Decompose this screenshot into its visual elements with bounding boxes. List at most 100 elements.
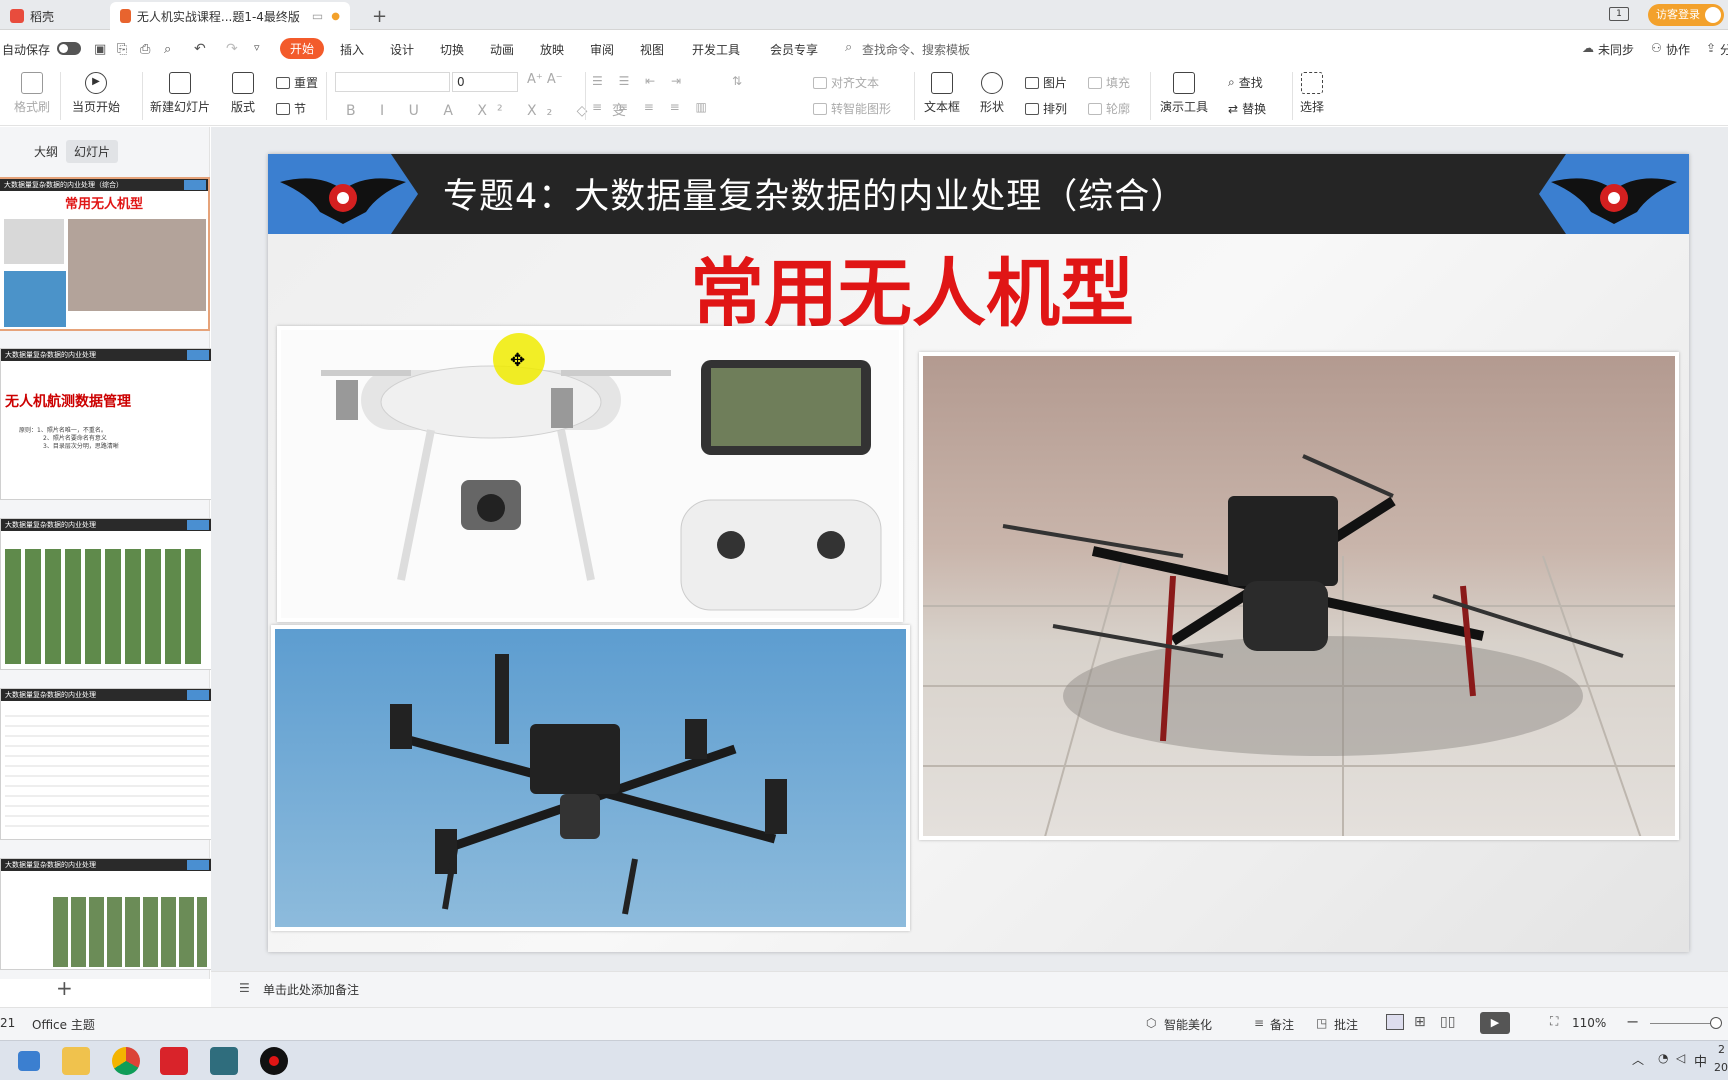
- format-painter-button[interactable]: 格式刷: [14, 72, 50, 115]
- photo-m300-drone[interactable]: [271, 625, 910, 931]
- sorter-view-icon[interactable]: ⊞: [1414, 1014, 1426, 1030]
- notes-bar[interactable]: ☰ 单击此处添加备注: [211, 971, 1728, 1007]
- ime-indicator[interactable]: 中: [1694, 1051, 1707, 1070]
- photo-feima-drone[interactable]: [919, 352, 1679, 840]
- tab-outline[interactable]: 大纲: [26, 140, 66, 163]
- thumb-header-text: 大数据量复杂数据的内业处理: [5, 691, 96, 699]
- chrome-icon[interactable]: [112, 1047, 140, 1075]
- tab-view[interactable]: 视图: [640, 41, 664, 58]
- reading-view-icon[interactable]: ▯▯: [1440, 1014, 1455, 1030]
- phantom-drone-illustration: [321, 360, 882, 611]
- screen-recorder-icon[interactable]: [260, 1047, 288, 1075]
- textbox-button[interactable]: 文本框: [924, 72, 960, 115]
- slide-logo-left: [268, 154, 418, 234]
- tab-slides[interactable]: 幻灯片: [66, 140, 119, 163]
- beautify-button[interactable]: 智能美化: [1164, 1016, 1212, 1033]
- slide-thumbnail-3[interactable]: 大数据量复杂数据的内业处理: [0, 518, 212, 670]
- text-direction-icon[interactable]: ⇅: [732, 74, 742, 88]
- save-icon[interactable]: ▣: [94, 42, 106, 57]
- autosave-toggle[interactable]: [57, 42, 81, 55]
- divider: [914, 72, 915, 120]
- comment-button[interactable]: 批注: [1334, 1016, 1358, 1033]
- replace-button[interactable]: ⇄ 替换: [1228, 100, 1266, 117]
- new-slide-button[interactable]: 新建幻灯片: [150, 72, 210, 115]
- new-tab-button[interactable]: +: [362, 2, 397, 30]
- feima-drone-illustration: [923, 454, 1675, 836]
- reset-button[interactable]: 重置: [276, 74, 318, 91]
- clock-time[interactable]: 2: [1718, 1043, 1725, 1056]
- tab-member[interactable]: 会员专享: [770, 41, 818, 58]
- window-count-icon[interactable]: 1: [1609, 7, 1629, 21]
- zoom-level[interactable]: 110%: [1572, 1016, 1606, 1030]
- tab-monitor-icon[interactable]: ▭: [312, 9, 323, 23]
- zoom-slider-handle[interactable]: [1710, 1017, 1722, 1029]
- picture-button[interactable]: 图片: [1025, 74, 1067, 91]
- paragraph-align-buttons[interactable]: ≡ ≡ ≡ ≡ ▥: [592, 100, 713, 114]
- thumb-logo: [184, 180, 206, 190]
- list-indent-buttons[interactable]: ☰ ☰ ⇤ ⇥: [592, 74, 687, 88]
- wps-icon[interactable]: [160, 1047, 188, 1075]
- collab-button[interactable]: 协作: [1666, 41, 1690, 58]
- select-button[interactable]: 选择: [1300, 72, 1324, 115]
- slide-thumbnail-5[interactable]: 大数据量复杂数据的内业处理: [0, 858, 212, 970]
- fill-button[interactable]: 填充: [1088, 74, 1130, 91]
- slide-thumbnail-1[interactable]: 大数据量复杂数据的内业处理（综合） 常用无人机型: [0, 177, 210, 331]
- tab-developer[interactable]: 开发工具: [692, 41, 740, 58]
- arrange-button[interactable]: 排列: [1025, 100, 1067, 117]
- tab-document[interactable]: 无人机实战课程...题1-4最终版 ▭ ●: [110, 2, 350, 30]
- tray-chevron-icon[interactable]: ︿: [1632, 1051, 1644, 1068]
- tab-slideshow[interactable]: 放映: [540, 41, 564, 58]
- tab-animation[interactable]: 动画: [490, 41, 514, 58]
- share-button[interactable]: 分: [1720, 41, 1728, 58]
- notes-toggle-button[interactable]: 备注: [1270, 1016, 1294, 1033]
- arrange-icon: [1025, 102, 1039, 115]
- app-icon[interactable]: [210, 1047, 238, 1075]
- command-search-input[interactable]: 查找命令、搜索模板: [862, 41, 970, 58]
- clock-date[interactable]: 202: [1714, 1061, 1728, 1074]
- normal-view-icon[interactable]: [1386, 1014, 1404, 1030]
- section-button[interactable]: 节: [276, 100, 306, 117]
- ppt-doc-icon: [120, 9, 131, 23]
- print-preview-icon[interactable]: ⌕: [164, 42, 171, 57]
- slide-thumbnail-4[interactable]: 大数据量复杂数据的内业处理: [0, 688, 212, 840]
- find-button[interactable]: ⌕ 查找: [1228, 74, 1263, 91]
- tab-daoke[interactable]: 稻壳: [0, 2, 108, 30]
- outline-button[interactable]: 轮廓: [1088, 100, 1130, 117]
- shape-button[interactable]: 形状: [980, 72, 1004, 115]
- smartart-button[interactable]: 转智能图形: [813, 100, 891, 117]
- play-slideshow-button[interactable]: ▶: [1480, 1012, 1510, 1034]
- photo-phantom-drone[interactable]: [277, 326, 903, 622]
- volume-icon[interactable]: ◁: [1676, 1051, 1685, 1065]
- guest-login-button[interactable]: 访客登录: [1648, 4, 1724, 26]
- file-explorer-icon[interactable]: [62, 1047, 90, 1075]
- grow-font-icon[interactable]: A⁺ A⁻: [527, 72, 563, 87]
- export-icon[interactable]: ⎘: [117, 42, 127, 57]
- theme-name[interactable]: Office 主题: [32, 1016, 95, 1033]
- slide-thumbnail-2[interactable]: 大数据量复杂数据的内业处理 无人机航测数据管理 原则：1、照片名唯一，不重名。 …: [0, 348, 212, 500]
- presenter-tools-button[interactable]: 演示工具: [1160, 72, 1208, 115]
- layout-label: 版式: [231, 100, 256, 114]
- layout-button[interactable]: 版式: [231, 72, 255, 115]
- tab-transition[interactable]: 切换: [440, 41, 464, 58]
- font-size-select[interactable]: 0: [452, 72, 518, 92]
- redo-icon[interactable]: ↷: [226, 41, 238, 57]
- tab-home[interactable]: 开始: [280, 38, 325, 59]
- textbox-label: 文本框: [924, 100, 961, 114]
- tab-design[interactable]: 设计: [390, 41, 414, 58]
- sync-status[interactable]: 未同步: [1598, 41, 1634, 58]
- play-from-current-button[interactable]: ▶ 当页开始: [72, 72, 120, 115]
- windows-start-icon[interactable]: [18, 1051, 40, 1071]
- font-family-select[interactable]: [335, 72, 450, 92]
- quick-access-dropdown-icon[interactable]: ▿: [254, 41, 260, 54]
- align-text-button[interactable]: 对齐文本: [813, 74, 879, 91]
- network-icon[interactable]: ◔: [1658, 1051, 1668, 1065]
- tab-review[interactable]: 审阅: [590, 41, 614, 58]
- picture-icon: [1025, 76, 1039, 89]
- tab-insert[interactable]: 插入: [340, 41, 364, 58]
- zoom-out-icon[interactable]: −: [1626, 1012, 1639, 1031]
- add-slide-button[interactable]: +: [56, 976, 73, 1000]
- fit-window-icon[interactable]: ⛶: [1550, 1014, 1558, 1029]
- undo-icon[interactable]: ↶: [194, 41, 206, 57]
- align-text-label: 对齐文本: [831, 76, 880, 90]
- print-icon[interactable]: ⎙: [140, 42, 150, 57]
